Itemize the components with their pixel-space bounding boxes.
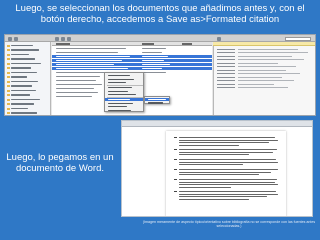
item-detail-pane [213, 42, 315, 115]
collection-item [7, 49, 49, 52]
collections-pane [5, 42, 51, 115]
collection-item [7, 107, 49, 110]
collection-item [7, 94, 49, 97]
top-caption: Luego, se seleccionan los documentos que… [15, 3, 305, 25]
menu-item [145, 101, 169, 104]
folder-icon [7, 94, 10, 96]
add-item-icon [55, 36, 59, 41]
notice-bar [213, 42, 315, 46]
image-credit: (Imagen meramente de aspecto típico/orie… [142, 220, 316, 229]
new-group-icon [14, 36, 18, 41]
zotero-toolbar [5, 35, 315, 42]
menu-item [105, 81, 143, 84]
left-caption: Luego, lo pegamos en un documento de Wor… [6, 152, 114, 174]
folder-icon [7, 58, 10, 60]
folder-icon [7, 98, 10, 101]
note-icon [67, 36, 71, 41]
items-header [52, 42, 212, 46]
collection-item [7, 44, 49, 47]
collection-item [7, 53, 49, 56]
collection-item [7, 71, 49, 74]
collection-item [7, 62, 49, 65]
folder-icon [7, 44, 10, 47]
item-row-selected [52, 63, 212, 67]
folder-icon [7, 112, 10, 114]
item-row [52, 51, 212, 54]
folder-icon [7, 107, 10, 110]
slide: Luego, se seleccionan los documentos que… [0, 0, 320, 240]
formatted-citation-submenu [144, 96, 170, 104]
item-row-selected [52, 67, 212, 71]
collection-item [7, 58, 49, 61]
folder-icon [7, 80, 10, 83]
collection-item [7, 76, 49, 79]
folder-icon [7, 62, 10, 65]
folder-icon [7, 76, 10, 78]
item-row-selected [52, 55, 212, 59]
folder-icon [7, 49, 10, 51]
menu-item [105, 109, 143, 112]
collection-item [7, 85, 49, 88]
menu-item [105, 93, 143, 96]
attach-icon [61, 36, 65, 41]
context-menu [104, 72, 144, 112]
new-collection-icon [8, 36, 12, 41]
collection-item [7, 80, 49, 83]
collection-item [7, 103, 49, 106]
folder-icon [7, 103, 10, 105]
folder-icon [7, 67, 10, 69]
folder-icon [7, 89, 10, 92]
zotero-screenshot [4, 34, 316, 116]
item-row [52, 47, 212, 50]
sync-icon [217, 36, 221, 41]
folder-icon [7, 53, 10, 56]
collection-item [7, 98, 49, 101]
item-row-selected [52, 59, 212, 63]
word-page [166, 131, 286, 216]
word-screenshot [121, 120, 313, 217]
word-ribbon [122, 121, 312, 127]
collection-item [7, 89, 49, 92]
collection-item [7, 67, 49, 70]
collection-item [7, 112, 49, 115]
folder-icon [7, 85, 10, 87]
zotero-search-input [285, 36, 311, 41]
folder-icon [7, 71, 10, 74]
